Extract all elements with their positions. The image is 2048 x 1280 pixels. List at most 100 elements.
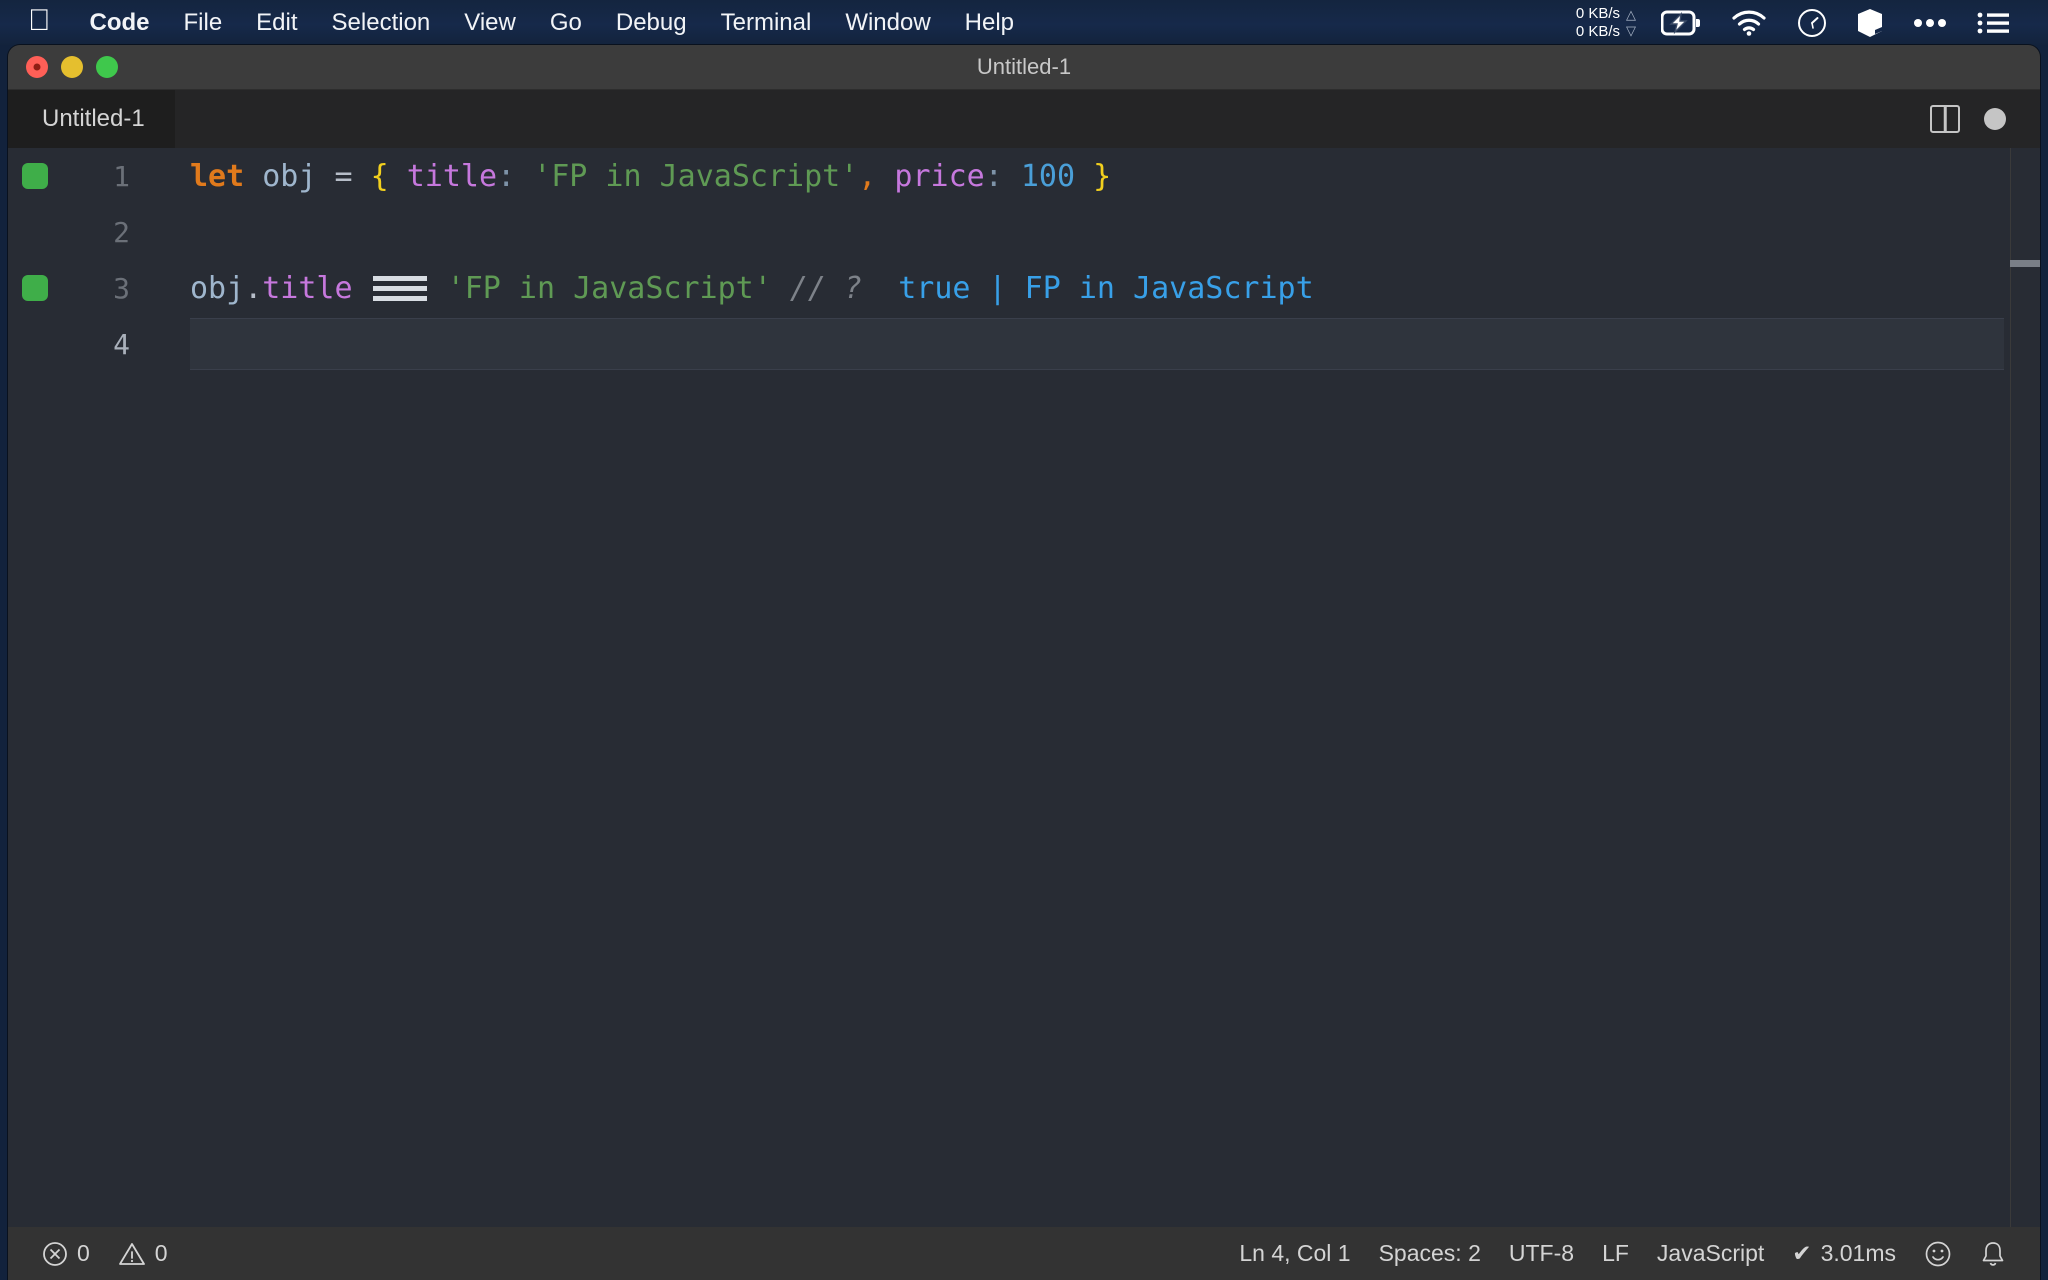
status-feedback[interactable] bbox=[1910, 1227, 1966, 1280]
code-token: = bbox=[334, 158, 353, 194]
minimize-window-button[interactable] bbox=[61, 56, 83, 78]
smiley-icon bbox=[1924, 1240, 1952, 1268]
code-token: 100 bbox=[1020, 158, 1076, 194]
menu-item-view[interactable]: View bbox=[447, 0, 533, 45]
quokka-check-icon: ✔ bbox=[1792, 1240, 1812, 1266]
code-token: , bbox=[858, 158, 877, 194]
status-errors[interactable]: 0 bbox=[28, 1227, 104, 1280]
editor-tab-label: Untitled-1 bbox=[42, 105, 145, 132]
menu-item-window[interactable]: Window bbox=[828, 0, 947, 45]
close-window-button[interactable] bbox=[26, 56, 48, 78]
apple-logo-icon[interactable]:  bbox=[0, 5, 73, 36]
line-number: 4 bbox=[113, 327, 130, 361]
code-token: price bbox=[894, 158, 985, 194]
code-token: : bbox=[497, 158, 516, 194]
code-token: | bbox=[988, 270, 1007, 306]
code-lines-container: 1 let obj = { title: 'FP in JavaScript', … bbox=[8, 148, 2040, 372]
code-line-4[interactable]: 4 bbox=[8, 316, 2040, 372]
list-menu-icon[interactable] bbox=[1962, 0, 2024, 45]
code-token: let bbox=[190, 158, 245, 194]
code-token: . bbox=[244, 270, 263, 306]
code-token: : bbox=[984, 158, 1003, 194]
code-line-3[interactable]: 3 obj. title 'FP in JavaScript' // ? true … bbox=[8, 260, 2040, 316]
status-bar-right: Ln 4, Col 1 Spaces: 2 UTF-8 LF JavaScrip… bbox=[1225, 1227, 2040, 1280]
status-notifications[interactable] bbox=[1966, 1227, 2020, 1280]
status-language-mode[interactable]: JavaScript bbox=[1643, 1227, 1778, 1280]
network-upload-rate: 0 KB/s bbox=[1575, 4, 1620, 22]
menu-item-go[interactable]: Go bbox=[533, 0, 599, 45]
split-editor-icon[interactable] bbox=[1930, 105, 1960, 133]
line-number: 3 bbox=[113, 271, 130, 305]
code-token: title bbox=[262, 270, 353, 306]
status-bar-left: 0 0 bbox=[8, 1227, 182, 1280]
quokka-run-indicator bbox=[22, 163, 48, 189]
wifi-icon[interactable] bbox=[1716, 0, 1782, 45]
code-line-1[interactable]: 1 let obj = { title: 'FP in JavaScript', … bbox=[8, 148, 2040, 204]
status-bar: 0 0 Ln 4, Col 1 Spaces: 2 UTF-8 LF JavaS… bbox=[8, 1227, 2040, 1280]
macos-menubar:  Code File Edit Selection View Go Debug… bbox=[0, 0, 2048, 45]
code-token: 'FP in JavaScript' bbox=[446, 270, 772, 306]
traffic-lights bbox=[8, 56, 118, 78]
code-token: { bbox=[370, 158, 389, 194]
warning-triangle-icon bbox=[118, 1241, 146, 1267]
network-speed-indicator[interactable]: 0 KB/s 0 KB/s △ ▽ bbox=[1566, 5, 1646, 40]
line-content: obj. title 'FP in JavaScript' // ? true |… bbox=[190, 271, 1314, 306]
menu-item-edit[interactable]: Edit bbox=[239, 0, 314, 45]
menubar-items:  Code File Edit Selection View Go Debug… bbox=[0, 0, 1031, 45]
overview-ruler-mark bbox=[2010, 260, 2040, 267]
window-titlebar: Untitled-1 bbox=[8, 45, 2040, 90]
status-indentation[interactable]: Spaces: 2 bbox=[1365, 1227, 1495, 1280]
menu-item-debug[interactable]: Debug bbox=[599, 0, 704, 45]
status-line-ending[interactable]: LF bbox=[1588, 1227, 1643, 1280]
editor-overview-ruler[interactable] bbox=[2010, 148, 2040, 1227]
menu-item-selection[interactable]: Selection bbox=[315, 0, 448, 45]
network-download-rate: 0 KB/s bbox=[1575, 22, 1620, 40]
code-token: true bbox=[898, 270, 971, 306]
code-editor[interactable]: 1 let obj = { title: 'FP in JavaScript', … bbox=[8, 148, 2040, 1227]
current-line-highlight bbox=[190, 318, 2004, 370]
warning-count: 0 bbox=[154, 1240, 168, 1266]
upload-arrow-icon: △ bbox=[1626, 6, 1636, 22]
editor-tabbar: Untitled-1 bbox=[8, 90, 2040, 148]
code-token: 'FP in JavaScript' bbox=[533, 158, 859, 194]
bell-icon bbox=[1980, 1240, 2006, 1268]
clock-icon[interactable] bbox=[1782, 0, 1842, 45]
line-number: 1 bbox=[113, 159, 130, 193]
code-token: title bbox=[406, 158, 498, 194]
status-encoding[interactable]: UTF-8 bbox=[1495, 1227, 1588, 1280]
quokka-timing-value: 3.01ms bbox=[1820, 1240, 1896, 1266]
battery-charging-icon[interactable] bbox=[1646, 0, 1716, 45]
vscode-window: Untitled-1 Untitled-1 1 let obj = { title… bbox=[8, 45, 2040, 1280]
maximize-window-button[interactable] bbox=[96, 56, 118, 78]
menu-item-terminal[interactable]: Terminal bbox=[704, 0, 829, 45]
code-token: obj bbox=[190, 270, 245, 306]
status-cursor-position[interactable]: Ln 4, Col 1 bbox=[1225, 1227, 1364, 1280]
cube-icon[interactable] bbox=[1842, 0, 1898, 45]
code-token: } bbox=[1093, 158, 1112, 194]
menu-item-file[interactable]: File bbox=[167, 0, 240, 45]
unsaved-dot-icon[interactable] bbox=[1984, 108, 2006, 130]
code-token: obj bbox=[262, 158, 317, 194]
menu-item-code[interactable]: Code bbox=[73, 0, 167, 45]
status-warnings[interactable]: 0 bbox=[104, 1227, 182, 1280]
window-title: Untitled-1 bbox=[976, 54, 1072, 79]
tabbar-actions bbox=[1930, 105, 2040, 133]
menu-item-help[interactable]: Help bbox=[948, 0, 1031, 45]
code-line-2[interactable]: 2 bbox=[8, 204, 2040, 260]
ellipsis-icon[interactable] bbox=[1898, 0, 1962, 45]
editor-tab-untitled-1[interactable]: Untitled-1 bbox=[8, 90, 176, 148]
status-quokka-timing[interactable]: ✔ 3.01ms bbox=[1778, 1227, 1910, 1280]
